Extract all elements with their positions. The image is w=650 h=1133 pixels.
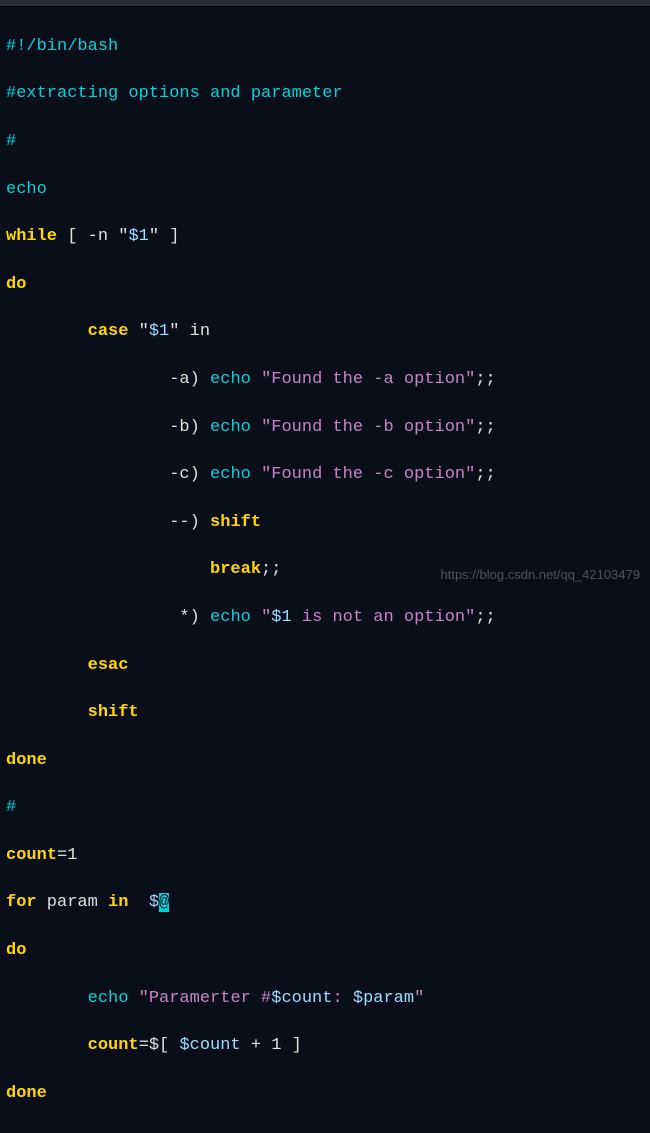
- keyword-while: while: [6, 227, 57, 246]
- variable: $count: [271, 989, 332, 1008]
- string: is not an option": [292, 608, 476, 627]
- variable: $1: [128, 227, 148, 246]
- keyword-case: case: [6, 322, 128, 341]
- cursor-icon: @: [159, 893, 169, 912]
- keyword-done: done: [6, 751, 47, 770]
- builtin-echo: echo: [6, 180, 47, 199]
- comment: #: [6, 798, 16, 817]
- watermark-text: https://blog.csdn.net/qq_42103479: [441, 566, 641, 584]
- code-line: shift: [6, 701, 644, 725]
- code-line: *) echo "$1 is not an option";;: [6, 606, 644, 630]
- string: "Found the -b option": [261, 418, 475, 437]
- keyword-for: for: [6, 893, 37, 912]
- variable-name: count: [6, 846, 57, 865]
- keyword-do: do: [6, 275, 26, 294]
- code-line: -c) echo "Found the -c option";;: [6, 463, 644, 487]
- builtin-echo: echo: [6, 989, 128, 1008]
- code-line: do: [6, 939, 644, 963]
- variable: $count: [179, 1036, 240, 1055]
- variable: $: [149, 893, 159, 912]
- string: "Found the -c option": [261, 465, 475, 484]
- code-line: do: [6, 273, 644, 297]
- string: "Found the -a option": [261, 370, 475, 389]
- variable: $1: [271, 608, 291, 627]
- keyword-done: done: [6, 1084, 47, 1103]
- comment: #: [6, 132, 16, 151]
- keyword-break: break: [6, 560, 261, 579]
- code-line: -a) echo "Found the -a option";;: [6, 368, 644, 392]
- title-bar: [0, 0, 650, 7]
- code-line: #: [6, 130, 644, 154]
- variable: $1: [149, 322, 169, 341]
- code-line: echo "Paramerter #$count: $param": [6, 987, 644, 1011]
- code-line: #: [6, 796, 644, 820]
- code-line: echo: [6, 178, 644, 202]
- shebang: #!/bin/bash: [6, 37, 118, 56]
- variable: $param: [353, 989, 414, 1008]
- code-line: esac: [6, 654, 644, 678]
- keyword-shift: shift: [210, 513, 261, 532]
- code-line: #extracting options and parameter: [6, 82, 644, 106]
- code-line: for param in $@: [6, 891, 644, 915]
- code-line: while [ -n "$1" ]: [6, 225, 644, 249]
- keyword-do: do: [6, 941, 26, 960]
- variable-name: count: [6, 1036, 139, 1055]
- code-line: done: [6, 749, 644, 773]
- code-line: -b) echo "Found the -b option";;: [6, 416, 644, 440]
- comment: #extracting options and parameter: [6, 84, 343, 103]
- code-line: count=1: [6, 844, 644, 868]
- code-line: --) shift: [6, 511, 644, 535]
- keyword-esac: esac: [6, 656, 128, 675]
- code-line: count=$[ $count + 1 ]: [6, 1034, 644, 1058]
- code-line: case "$1" in: [6, 320, 644, 344]
- code-line: done: [6, 1082, 644, 1106]
- keyword-in: in: [108, 893, 128, 912]
- keyword-shift: shift: [6, 703, 139, 722]
- code-line: #!/bin/bash: [6, 35, 644, 59]
